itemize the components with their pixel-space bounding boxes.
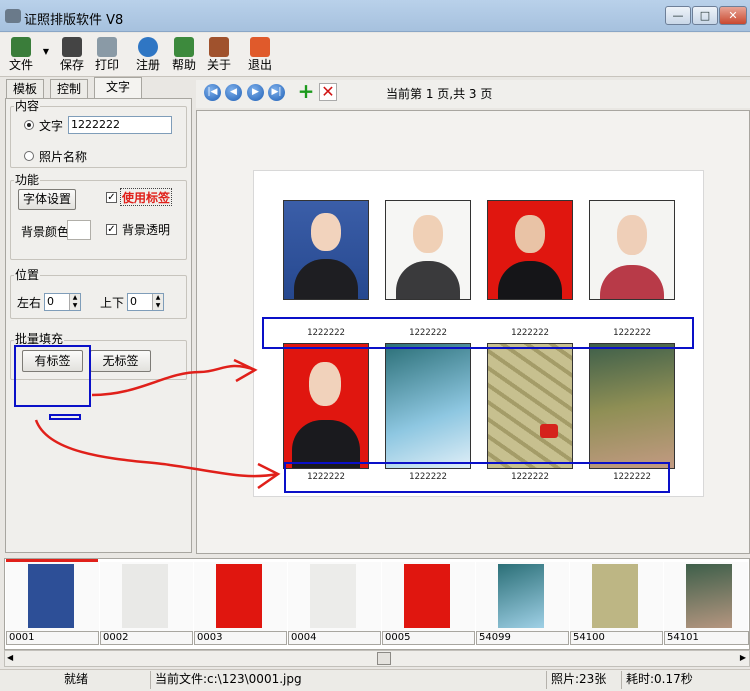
thumbnail[interactable] [100, 562, 193, 631]
thumbnail[interactable] [288, 562, 381, 631]
thumbnail[interactable] [570, 562, 663, 631]
thumbnail[interactable] [664, 562, 748, 631]
thumbnail[interactable] [194, 562, 287, 631]
status-time: 耗时:0.17秒 [621, 671, 750, 689]
thumbnail-caption: 54099 [476, 631, 569, 645]
thumbnail-caption: 0001 [6, 631, 99, 645]
scrollbar-thumb[interactable] [377, 652, 391, 665]
scroll-left-icon[interactable]: ◀ [7, 653, 13, 662]
thumbnail[interactable] [476, 562, 569, 631]
thumbnail-caption: 54100 [570, 631, 663, 645]
thumbnail-caption: 0005 [382, 631, 475, 645]
thumbnail-caption: 0004 [288, 631, 381, 645]
scroll-right-icon[interactable]: ▶ [740, 653, 746, 662]
thumbnail-caption: 0002 [100, 631, 193, 645]
horizontal-scrollbar[interactable]: ◀ ▶ [4, 650, 750, 667]
thumbnail[interactable] [382, 562, 475, 631]
thumbnail-caption: 0003 [194, 631, 287, 645]
status-photo-count: 照片:23张 [546, 671, 620, 689]
status-ready: 就绪 [64, 672, 89, 686]
thumbnail[interactable] [6, 562, 99, 631]
thumbnail-caption: 54101 [664, 631, 749, 645]
status-current-file: 当前文件:c:\123\0001.jpg [150, 671, 545, 689]
